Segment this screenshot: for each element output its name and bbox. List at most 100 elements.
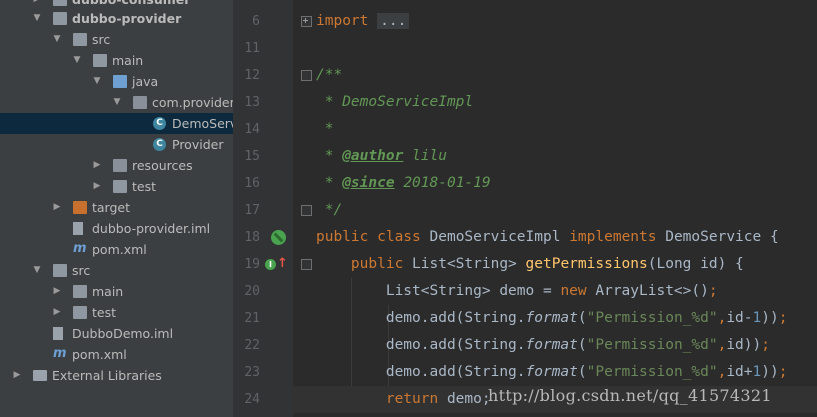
implements-method-icon[interactable]: I: [265, 259, 276, 270]
chevron-down-icon[interactable]: ▼: [32, 260, 42, 281]
code-token: new: [560, 283, 596, 299]
code-editor[interactable]: import ... /** * DemoServiceImpl * * @aut…: [293, 0, 817, 417]
tree-item-java[interactable]: ▼ java: [0, 71, 233, 92]
line-number: 21: [244, 311, 260, 326]
code-line[interactable]: /**: [293, 62, 817, 89]
tree-item-label: pom.xml: [92, 242, 147, 257]
libraries-icon: [33, 370, 47, 381]
code-token: "Permission_%d": [586, 310, 718, 326]
chevron-down-icon[interactable]: ▼: [52, 29, 62, 50]
chevron-down-icon[interactable]: ▼: [92, 71, 102, 92]
code-token: ;: [708, 283, 718, 299]
code-line[interactable]: public class DemoServiceImpl implements …: [293, 224, 817, 251]
tree-item-label: Provider: [172, 137, 224, 152]
folder-icon: [53, 264, 67, 277]
code-line[interactable]: * DemoServiceImpl: [293, 89, 817, 116]
tree-item-resources[interactable]: ▶ resources: [0, 155, 233, 176]
tree-item-main[interactable]: ▶ main: [0, 281, 233, 302]
code-line[interactable]: demo.add(String.format("Permission_%d",i…: [293, 332, 817, 359]
chevron-down-icon[interactable]: ▼: [32, 8, 42, 29]
folder-icon: [113, 180, 127, 193]
line-number: 24: [244, 392, 260, 407]
chevron-right-icon[interactable]: ▶: [92, 176, 102, 197]
code-token: (: [577, 310, 587, 326]
tree-item-label: com.provider: [152, 95, 233, 110]
tree-item-pom-xml[interactable]: m pom.xml: [0, 239, 233, 260]
code-line[interactable]: demo.add(String.format("Permission_%d",i…: [293, 305, 817, 332]
code-token: demo.add(String.: [316, 337, 526, 353]
tree-item-external-libraries[interactable]: ▶ External Libraries: [0, 365, 233, 386]
code-line[interactable]: demo.add(String.format("Permission_%d",i…: [293, 359, 817, 386]
tree-item-src[interactable]: ▼ src: [0, 29, 233, 50]
code-line[interactable]: * @since 2018-01-19: [293, 170, 817, 197]
code-token: */: [316, 202, 343, 218]
chevron-down-icon[interactable]: ▼: [72, 50, 82, 71]
code-line[interactable]: import ...: [293, 8, 817, 35]
code-token: @since: [342, 175, 395, 191]
code-token: format: [525, 310, 578, 326]
tree-item-demoservicei[interactable]: C DemoServiceI: [0, 113, 233, 134]
tree-item-target[interactable]: ▶ target: [0, 197, 233, 218]
code-line[interactable]: List<String> demo = new ArrayList<>();: [293, 278, 817, 305]
code-token: @author: [342, 148, 404, 164]
code-token: id-: [726, 310, 753, 326]
code-token: "Permission_%d": [586, 337, 718, 353]
code-token: id)): [726, 337, 762, 353]
code-token: format: [525, 337, 578, 353]
tree-item-label: dubbo-provider.iml: [92, 221, 211, 236]
code-line[interactable]: public List<String> getPermissions(Long …: [293, 251, 817, 278]
code-token: ;: [778, 310, 788, 326]
folder-icon: [73, 33, 87, 46]
code-token: demo.add(String.: [316, 310, 526, 326]
tree-item-label: test: [92, 305, 117, 320]
chevron-down-icon[interactable]: ▼: [112, 92, 122, 113]
chevron-right-icon[interactable]: ▶: [52, 302, 62, 323]
code-token: DemoServiceImpl: [429, 229, 570, 245]
line-number: 6: [252, 14, 260, 29]
tree-item-dubbo-provider-iml[interactable]: dubbo-provider.iml: [0, 218, 233, 239]
line-number: 13: [244, 95, 260, 110]
code-token: implements: [569, 229, 666, 245]
tree-item-test[interactable]: ▶ test: [0, 176, 233, 197]
tree-item-label: main: [112, 53, 144, 68]
code-token: *: [316, 148, 343, 164]
code-line[interactable]: */: [293, 197, 817, 224]
project-tree-panel[interactable]: ▶dubbo-consumer▼dubbo-provider▼src▼main▼…: [0, 0, 233, 417]
code-token: *: [316, 175, 343, 191]
tree-item-provider[interactable]: C Provider: [0, 134, 233, 155]
chevron-right-icon[interactable]: ▶: [52, 197, 62, 218]
no-bean-icon[interactable]: [271, 230, 286, 245]
tree-item-com-provider[interactable]: ▼ com.provider: [0, 92, 233, 113]
tree-item-dubbo-provider[interactable]: ▼ dubbo-provider: [0, 8, 233, 29]
maven-icon: m: [53, 346, 67, 361]
line-number: 18: [244, 230, 260, 245]
code-token: )): [761, 310, 779, 326]
tree-item-test[interactable]: ▶ test: [0, 302, 233, 323]
tree-item-label: java: [132, 74, 159, 89]
tree-item-main[interactable]: ▼ main: [0, 50, 233, 71]
override-arrow-icon[interactable]: ↑: [277, 257, 288, 270]
line-number: 23: [244, 365, 260, 380]
tree-item-dubbodemo-iml[interactable]: DubboDemo.iml: [0, 323, 233, 344]
tree-item-label: test: [132, 179, 157, 194]
code-token: ;: [761, 337, 770, 353]
chevron-right-icon[interactable]: ▶: [52, 281, 62, 302]
watermark: http://blog.csdn.net/qq_41574321: [488, 386, 772, 405]
folder-icon: [73, 306, 87, 319]
tree-item-src[interactable]: ▼ src: [0, 260, 233, 281]
code-line[interactable]: * @author lilu: [293, 143, 817, 170]
chevron-right-icon[interactable]: ▶: [92, 155, 102, 176]
chevron-right-icon[interactable]: ▶: [12, 365, 22, 386]
code-token: )): [761, 364, 779, 380]
tree-item-label: DemoServiceI: [172, 116, 233, 131]
line-number: 22: [244, 338, 260, 353]
code-token: demo;: [446, 391, 491, 407]
tree-item-label: DubboDemo.iml: [72, 326, 174, 341]
code-token: format: [525, 364, 578, 380]
tree-item-pom-xml[interactable]: m pom.xml: [0, 344, 233, 365]
tree-item-label: target: [92, 200, 131, 215]
code-line[interactable]: *: [293, 116, 817, 143]
tree-item-label: resources: [132, 158, 193, 173]
code-line[interactable]: [293, 35, 817, 62]
code-token: List<String>: [412, 256, 526, 272]
